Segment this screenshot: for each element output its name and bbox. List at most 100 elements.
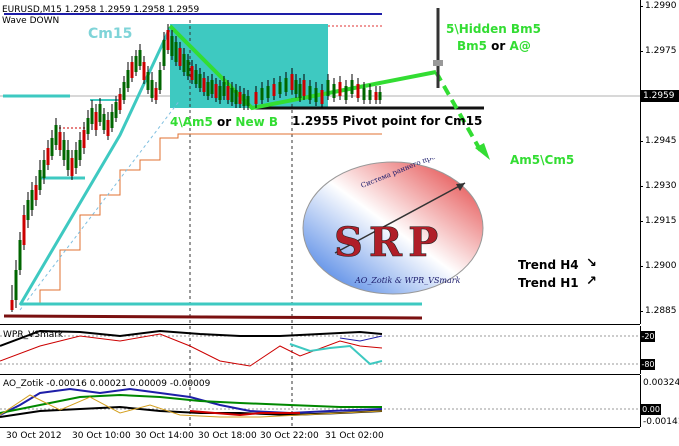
candle <box>294 80 298 94</box>
candle <box>222 82 226 96</box>
candle <box>254 92 258 104</box>
candle <box>66 150 70 170</box>
candle <box>194 70 198 84</box>
candle <box>118 94 122 110</box>
candle <box>86 118 90 134</box>
price-tick-label: 1.2900 <box>645 261 677 271</box>
price-tick-label: 1.2945 <box>645 136 677 146</box>
candle <box>190 66 194 80</box>
candle <box>246 96 250 106</box>
wpr-tick-low: -80 <box>641 359 655 370</box>
candle <box>206 82 210 96</box>
bm5-or-a-label: Bm5 or A@ <box>457 39 531 53</box>
candle <box>150 80 154 98</box>
candle <box>98 104 102 122</box>
candle <box>18 240 22 270</box>
main-chart-panel[interactable]: EURUSD,M15 1.2958 1.2959 1.2958 1.2959 W… <box>0 0 640 325</box>
price-tick-label: 1.2930 <box>645 181 677 191</box>
candle <box>90 108 94 124</box>
current-price-tag: 1.2959 <box>641 90 679 102</box>
candle <box>30 190 34 210</box>
trend-h4-arrow-icon: ↘ <box>586 256 597 271</box>
cm15-label: Cm15 <box>88 26 133 42</box>
price-tick-mark <box>640 311 643 312</box>
candle <box>78 140 82 160</box>
candle <box>54 125 58 145</box>
candle <box>26 200 30 220</box>
candle <box>110 112 114 128</box>
candle <box>344 86 348 100</box>
wpr-label: WPR_VSmark <box>3 330 64 340</box>
time-tick-label: 30 Oct 2012 <box>6 431 62 441</box>
candle <box>362 88 366 100</box>
candle <box>162 40 166 66</box>
candle <box>106 120 110 136</box>
time-tick-label: 31 Oct 02:00 <box>325 431 384 441</box>
price-tick-label: 1.2975 <box>645 46 677 56</box>
candle <box>50 138 54 156</box>
candle <box>260 88 264 100</box>
candle <box>290 74 294 90</box>
time-tick-label: 30 Oct 18:00 <box>198 431 257 441</box>
candle <box>38 170 42 190</box>
time-tick-label: 30 Oct 14:00 <box>135 431 194 441</box>
candle <box>198 74 202 88</box>
candle <box>320 90 324 104</box>
candle <box>174 42 178 62</box>
candle <box>234 90 238 104</box>
price-tick-label: 1.2990 <box>645 1 677 11</box>
ao-tick-bottom: -0.00141 <box>643 417 679 427</box>
ao-tick-top: 0.00324 <box>643 378 679 388</box>
candle <box>146 72 150 90</box>
candle <box>214 84 218 98</box>
am5-new-b-label: 4\Am5 or New B <box>170 115 278 129</box>
price-tick-mark <box>640 141 643 142</box>
candle <box>278 82 282 94</box>
ao-panel[interactable]: AO_Zotik -0.00016 0.00021 0.00009 -0.000… <box>0 375 640 428</box>
candle <box>368 90 372 100</box>
candle <box>42 160 46 178</box>
candle <box>94 112 98 130</box>
candle <box>22 215 26 245</box>
candle <box>46 148 50 165</box>
indicator-name: Wave DOWN <box>2 16 60 26</box>
candle <box>210 80 214 94</box>
hidden-bm5-label: 5\Hidden Bm5 <box>446 22 541 36</box>
candle <box>272 84 276 96</box>
ao-label: AO_Zotik -0.00016 0.00021 0.00009 -0.000… <box>3 379 211 389</box>
candle <box>374 92 378 100</box>
candle <box>302 80 306 96</box>
candle <box>298 84 302 98</box>
candle <box>182 54 186 72</box>
candle <box>314 88 318 102</box>
candle <box>142 62 146 80</box>
wpr-canvas <box>0 326 640 374</box>
time-tick-label: 30 Oct 10:00 <box>72 431 131 441</box>
candle <box>114 102 118 118</box>
candle <box>134 56 138 72</box>
candle <box>62 140 66 160</box>
wpr-panel[interactable]: WPR_VSmark <box>0 326 640 375</box>
candle <box>74 150 78 168</box>
candle <box>178 48 182 66</box>
candle <box>130 62 134 78</box>
price-tick-mark <box>640 6 643 7</box>
candle <box>218 86 222 100</box>
ao-tick-zero: 0.00 <box>641 404 661 415</box>
srp-logo: Система раннего прогнозирования SRP AO_Z… <box>300 158 486 298</box>
candle <box>186 60 190 76</box>
pivot-label: 1.2955 Pivot point for Cm15 <box>292 114 483 128</box>
candle <box>158 70 162 90</box>
candle <box>122 82 126 100</box>
candle <box>356 84 360 98</box>
candle <box>170 36 174 56</box>
price-tick-mark <box>640 186 643 187</box>
candle <box>102 114 106 130</box>
candle <box>166 30 170 50</box>
trend-h1-label: Trend H1 <box>518 276 579 290</box>
candle <box>226 86 230 100</box>
candle <box>338 82 342 96</box>
trend-h4-label: Trend H4 <box>518 258 579 272</box>
trend-h1-arrow-icon: ↗ <box>586 274 597 289</box>
candle <box>138 50 142 66</box>
